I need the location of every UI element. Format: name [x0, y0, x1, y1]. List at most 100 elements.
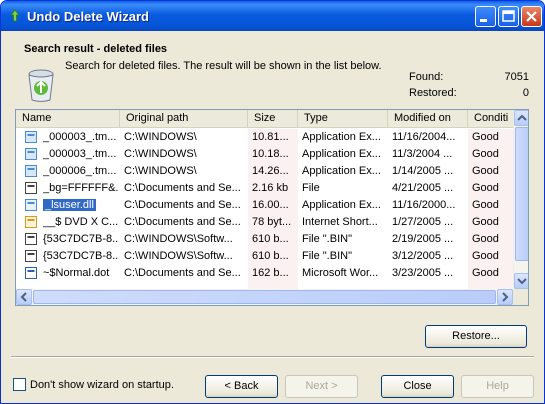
file-rows: _000003_.tm... C:\WINDOWS\ 10.81... Applica…: [16, 129, 513, 289]
condition-cell: Good: [472, 182, 499, 194]
table-row[interactable]: _000006_.tm... C:\WINDOWS\ 14.26... Applica…: [16, 163, 513, 180]
file-type-cell: Application Ex...: [302, 165, 381, 177]
modified-cell: 2/19/2005 ...: [392, 233, 454, 245]
file-path-cell: C:\WINDOWS\: [124, 165, 197, 177]
file-name-cell: ~$Normal.dot: [43, 267, 110, 279]
condition-cell: Good: [472, 233, 499, 245]
file-path-cell: C:\Documents and Se...: [124, 199, 241, 211]
file-size-cell: 610 b...: [252, 250, 289, 262]
table-row[interactable]: _000003_.tm... C:\WINDOWS\ 10.18... Applica…: [16, 146, 513, 163]
scroll-right-button[interactable]: [497, 289, 513, 305]
table-row[interactable]: {53C7DC7B-8... C:\WINDOWS\Softw... 610 b..…: [16, 231, 513, 248]
help-button[interactable]: Help: [461, 375, 534, 398]
title-bar[interactable]: Undo Delete Wizard: [1, 1, 544, 31]
restore-button[interactable]: Restore...: [425, 325, 527, 348]
condition-cell: Good: [472, 250, 499, 262]
column-header-modified[interactable]: Modified on: [388, 110, 468, 128]
modified-cell: 3/12/2005 ...: [392, 250, 454, 262]
exe-icon: [25, 148, 37, 160]
modified-cell: 4/21/2005 ...: [392, 182, 454, 194]
modified-cell: 1/27/2005 ...: [392, 216, 454, 228]
page-description: Search for deleted files. The result wil…: [65, 60, 382, 72]
wizard-window: Undo Delete Wizard Search result - delet…: [0, 0, 545, 404]
file-icon: [25, 182, 37, 194]
table-row[interactable]: __$ DVD X C... C:\Documents and Se... 78 b…: [16, 214, 513, 231]
modified-cell: 11/16/2000...: [392, 199, 456, 211]
column-header-condition[interactable]: Conditi: [468, 110, 513, 128]
table-row[interactable]: ~$Normal.dot C:\Documents and Se... 162 b.…: [16, 265, 513, 282]
file-size-cell: 2.16 kb: [252, 182, 289, 194]
column-headers: Name Original path Size Type Modified on…: [16, 110, 513, 128]
modified-cell: 11/3/2004 ...: [392, 148, 453, 160]
vertical-scroll-thumb[interactable]: [515, 127, 528, 261]
file-icon: [25, 250, 37, 262]
header-panel: Search result - deleted files Search for…: [2, 31, 543, 107]
file-type-cell: File ".BIN": [302, 250, 352, 262]
page-heading: Search result - deleted files: [24, 43, 168, 55]
file-size-cell: 162 b...: [252, 267, 289, 279]
table-row[interactable]: _000003_.tm... C:\WINDOWS\ 10.81... Applica…: [16, 129, 513, 146]
file-name-cell: _lsuser.dll: [43, 199, 119, 213]
file-path-cell: C:\Documents and Se...: [124, 267, 241, 279]
chevron-left-icon: [20, 292, 27, 302]
table-row[interactable]: _lsuser.dll C:\Documents and Se... 16.00..…: [16, 197, 513, 214]
column-header-name[interactable]: Name: [16, 110, 120, 128]
table-row[interactable]: {53C7DC7B-8... C:\WINDOWS\Softw... 610 b..…: [16, 248, 513, 265]
minimize-icon: [480, 19, 487, 22]
back-button[interactable]: < Back: [205, 375, 278, 398]
dont-show-label[interactable]: Don't show wizard on startup.: [30, 379, 174, 391]
file-name-cell: __$ DVD X C...: [43, 216, 119, 228]
file-icon: [25, 233, 37, 245]
recycle-bin-icon: [28, 69, 54, 102]
condition-cell: Good: [472, 165, 499, 177]
deleted-files-list[interactable]: Name Original path Size Type Modified on…: [15, 109, 529, 306]
file-path-cell: C:\WINDOWS\Softw...: [124, 250, 233, 262]
file-size-cell: 78 byt...: [252, 216, 292, 228]
column-header-size[interactable]: Size: [248, 110, 298, 128]
column-header-type[interactable]: Type: [298, 110, 388, 128]
file-size-cell: 10.18...: [252, 148, 289, 160]
file-type-cell: File ".BIN": [302, 233, 352, 245]
file-name-cell: _000006_.tm...: [43, 165, 117, 177]
restored-count: 0: [522, 87, 529, 99]
file-path-cell: C:\WINDOWS\: [124, 148, 197, 160]
window-title: Undo Delete Wizard: [27, 9, 149, 24]
found-label: Found:: [409, 71, 444, 83]
table-row[interactable]: _bg=FFFFFF&... C:\Documents and Se... 2.16…: [16, 180, 513, 197]
recycle-app-icon: [10, 9, 20, 22]
scroll-up-button[interactable]: [514, 110, 528, 126]
restored-label: Restored:: [409, 87, 457, 99]
found-count: 7051: [504, 71, 529, 83]
condition-cell: Good: [472, 216, 499, 228]
file-size-cell: 610 b...: [252, 233, 289, 245]
scroll-left-button[interactable]: [16, 289, 32, 305]
column-header-path[interactable]: Original path: [120, 110, 248, 128]
condition-cell: Good: [472, 148, 499, 160]
file-type-cell: File: [302, 182, 320, 194]
next-button[interactable]: Next >: [285, 375, 358, 398]
file-name-cell: _bg=FFFFFF&...: [43, 182, 119, 194]
scrollbar-corner: [513, 289, 528, 305]
footer-divider: [11, 356, 534, 358]
modified-cell: 1/14/2005 ...: [392, 165, 454, 177]
modified-cell: 11/16/2004...: [392, 131, 456, 143]
exe-icon: [25, 131, 37, 143]
maximize-icon: [502, 10, 515, 22]
maximize-button[interactable]: [498, 6, 519, 27]
dont-show-checkbox[interactable]: [13, 378, 26, 391]
file-type-cell: Application Ex...: [302, 148, 381, 160]
close-window-button[interactable]: [521, 6, 542, 27]
chevron-up-icon: [517, 114, 527, 121]
scroll-down-button[interactable]: [514, 273, 528, 289]
modified-cell: 3/23/2005 ...: [392, 267, 454, 279]
file-type-cell: Application Ex...: [302, 131, 381, 143]
condition-cell: Good: [472, 199, 499, 211]
exe-icon: [25, 165, 37, 177]
close-button[interactable]: Close: [381, 375, 454, 398]
vertical-scrollbar[interactable]: [513, 110, 528, 289]
horizontal-scroll-thumb[interactable]: [33, 290, 496, 304]
file-name-cell: {53C7DC7B-8...: [43, 250, 119, 262]
file-type-cell: Microsoft Wor...: [302, 267, 379, 279]
horizontal-scrollbar[interactable]: [16, 289, 513, 305]
minimize-button[interactable]: [475, 6, 496, 27]
